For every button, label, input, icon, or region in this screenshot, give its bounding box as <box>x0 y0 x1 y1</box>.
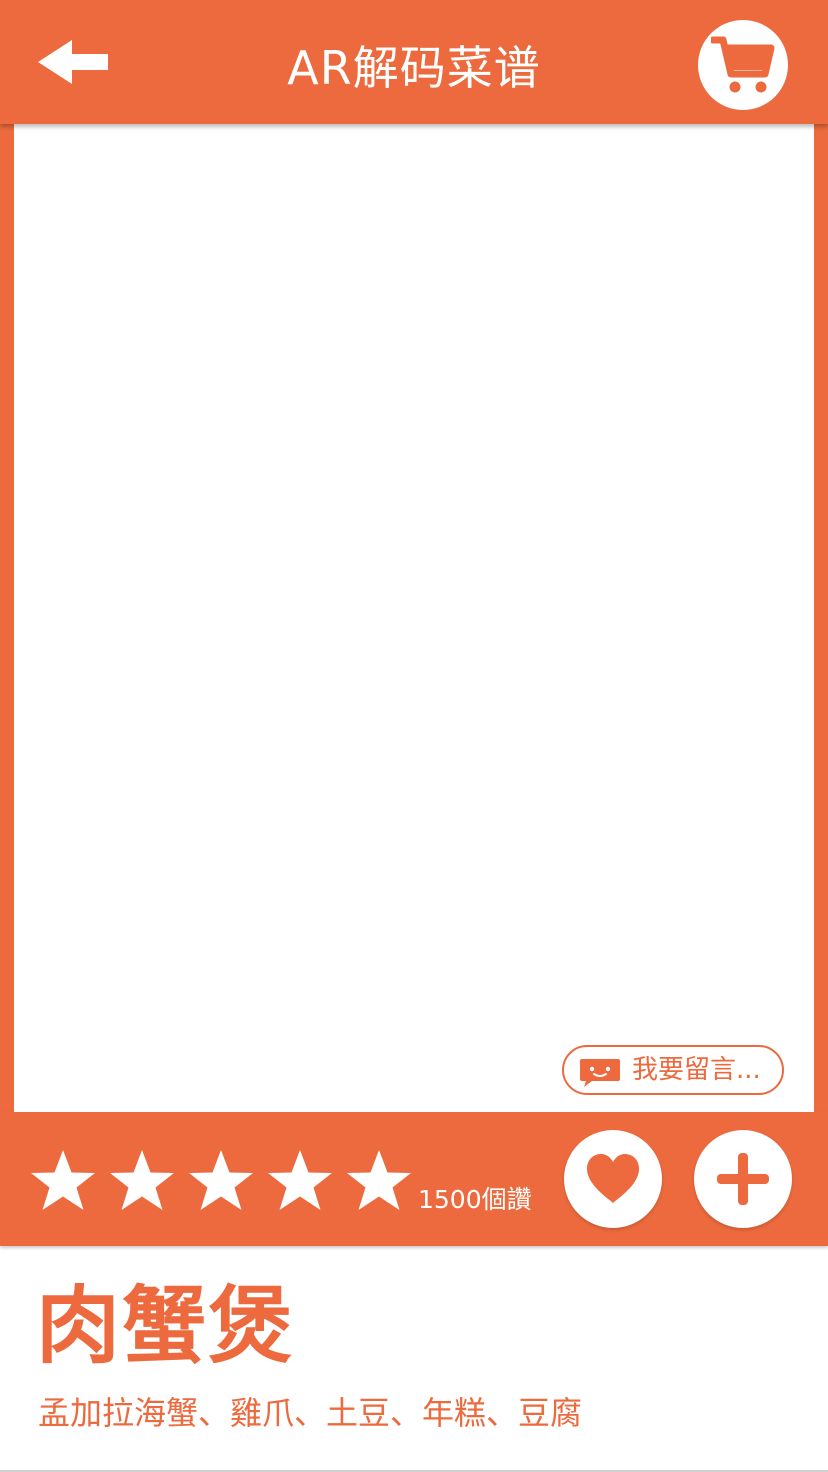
heart-icon <box>587 1154 639 1203</box>
ar-viewport[interactable] <box>14 124 814 1112</box>
app-header: AR解码菜谱 <box>0 0 828 124</box>
leave-comment-button[interactable]: 我要留言... <box>562 1045 784 1095</box>
rating-bar: 1500個讚 <box>0 1112 828 1246</box>
comment-label: 我要留言... <box>632 1055 761 1085</box>
star-icon[interactable] <box>28 1148 98 1218</box>
like-button[interactable] <box>564 1130 662 1228</box>
shopping-cart-icon <box>711 36 775 93</box>
dish-info: 肉蟹煲 孟加拉海蟹、雞爪、土豆、年糕、豆腐 <box>0 1246 828 1472</box>
add-button[interactable] <box>694 1130 792 1228</box>
dish-ingredients: 孟加拉海蟹、雞爪、土豆、年糕、豆腐 <box>38 1394 583 1432</box>
chat-bubble-icon <box>580 1059 620 1087</box>
star-icon[interactable] <box>344 1148 414 1218</box>
cart-button[interactable] <box>698 20 788 110</box>
star-icon[interactable] <box>265 1148 335 1218</box>
likes-count: 1500個讚 <box>418 1185 532 1214</box>
dish-name: 肉蟹煲 <box>36 1277 295 1375</box>
star-icon[interactable] <box>107 1148 177 1218</box>
plus-icon <box>717 1153 769 1205</box>
star-icon[interactable] <box>186 1148 256 1218</box>
